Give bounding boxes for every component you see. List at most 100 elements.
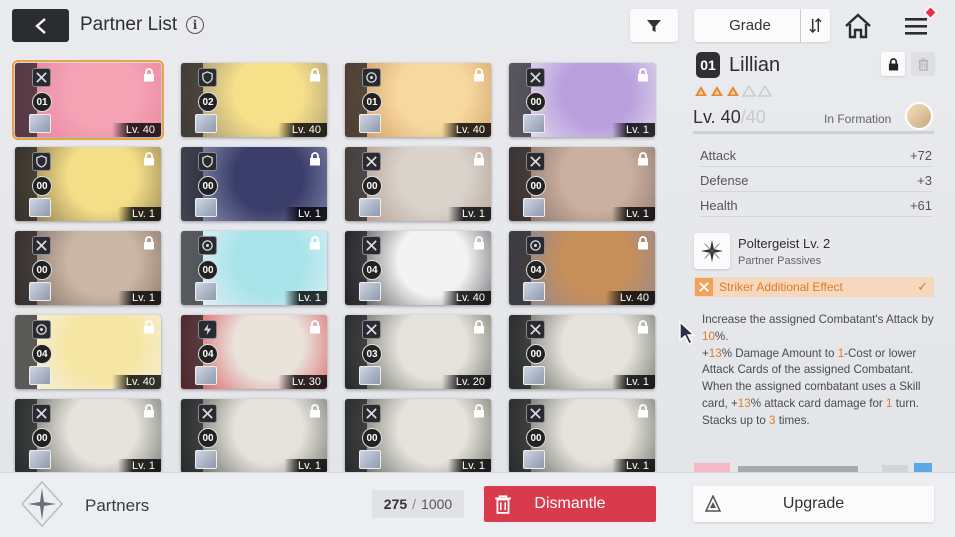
delete-button[interactable] xyxy=(911,52,935,76)
partner-card[interactable]: 00 Lv. 1 xyxy=(509,147,655,221)
lock-icon xyxy=(638,236,648,250)
partner-card[interactable]: 00 Lv. 1 xyxy=(509,63,655,137)
filter-button[interactable] xyxy=(630,9,678,42)
support-class-icon xyxy=(198,236,217,255)
card-level: Lv. 1 xyxy=(283,207,327,221)
mini-avatar xyxy=(195,114,217,133)
striker-class-icon xyxy=(526,68,545,87)
striker-effect-bar[interactable]: Striker Additional Effect ✓ xyxy=(694,277,934,297)
home-icon[interactable] xyxy=(843,11,873,41)
card-rank: 04 xyxy=(198,344,218,364)
lock-icon xyxy=(474,68,484,82)
partner-card[interactable]: 04 Lv. 40 xyxy=(15,315,161,389)
partner-card[interactable]: 04 Lv. 40 xyxy=(345,231,491,305)
card-rank: 00 xyxy=(32,260,52,280)
card-level: Lv. 1 xyxy=(611,207,655,221)
partner-card[interactable]: 04 Lv. 40 xyxy=(509,231,655,305)
partner-card[interactable]: 00 Lv. 1 xyxy=(509,315,655,389)
card-level: Lv. 1 xyxy=(611,123,655,137)
lock-icon xyxy=(474,236,484,250)
mini-avatar xyxy=(523,450,545,469)
trash-icon xyxy=(495,495,511,514)
partner-card[interactable]: 00 Lv. 1 xyxy=(15,147,161,221)
passive-icon[interactable] xyxy=(694,233,730,269)
card-rank: 03 xyxy=(362,344,382,364)
card-rank: 00 xyxy=(198,428,218,448)
card-rank: 00 xyxy=(362,176,382,196)
partner-card[interactable]: 03 Lv. 20 xyxy=(345,315,491,389)
partner-card[interactable]: 00 Lv. 1 xyxy=(509,399,655,472)
partner-card[interactable]: 01 Lv. 40 xyxy=(12,60,164,140)
card-level: Lv. 1 xyxy=(117,207,161,221)
partner-card[interactable]: 00 Lv. 1 xyxy=(15,399,161,472)
stat-name: Attack xyxy=(700,148,737,163)
info-icon[interactable]: i xyxy=(186,16,204,34)
striker-class-icon xyxy=(32,236,51,255)
lock-icon xyxy=(310,320,320,334)
partner-count: 275/1000 xyxy=(372,490,464,518)
stat-row-health: Health +61 xyxy=(700,195,932,217)
mini-avatar xyxy=(359,114,381,133)
striker-class-icon xyxy=(362,320,381,339)
card-level: Lv. 40 xyxy=(441,123,491,137)
mini-avatar xyxy=(195,450,217,469)
partner-card[interactable]: 04 Lv. 30 xyxy=(181,315,327,389)
passive-name: Poltergeist Lv. 2 xyxy=(738,236,831,251)
formation-avatar[interactable] xyxy=(905,102,933,130)
defender-class-icon xyxy=(198,68,217,87)
stat-row-defense: Defense +3 xyxy=(700,170,932,192)
card-level: Lv. 1 xyxy=(447,207,491,221)
striker-class-icon xyxy=(32,404,51,423)
card-rank: 04 xyxy=(526,260,546,280)
partner-card[interactable]: 00 Lv. 1 xyxy=(181,399,327,472)
lock-icon xyxy=(144,320,154,334)
lock-icon xyxy=(474,404,484,418)
defender-class-icon xyxy=(198,152,217,171)
support-class-icon xyxy=(32,320,51,339)
partner-card[interactable]: 00 Lv. 1 xyxy=(345,147,491,221)
card-level: Lv. 1 xyxy=(447,459,491,472)
partner-card[interactable]: 00 Lv. 1 xyxy=(181,147,327,221)
lock-button[interactable] xyxy=(881,52,905,76)
card-level: Lv. 40 xyxy=(605,291,655,305)
star-filled-icon xyxy=(695,86,707,96)
card-rank: 01 xyxy=(362,92,382,112)
sort-label: Grade xyxy=(729,17,771,34)
upgrade-icon xyxy=(705,495,721,512)
card-rank: 00 xyxy=(362,428,382,448)
partner-card[interactable]: 02 Lv. 40 xyxy=(181,63,327,137)
lock-icon xyxy=(638,152,648,166)
back-button[interactable] xyxy=(12,9,69,42)
dismantle-button[interactable]: Dismantle xyxy=(484,486,656,522)
partners-emblem-icon xyxy=(20,480,64,528)
next-passive-peek xyxy=(694,460,934,472)
dismantle-label: Dismantle xyxy=(534,495,606,512)
support-class-icon xyxy=(362,68,381,87)
level-max: 40 xyxy=(745,107,766,127)
star-empty-icon xyxy=(758,85,772,97)
sort-order-icon[interactable] xyxy=(800,9,830,42)
partner-card[interactable]: 00 Lv. 1 xyxy=(345,399,491,472)
upgrade-button[interactable]: Upgrade xyxy=(693,486,934,522)
mini-avatar xyxy=(523,282,545,301)
lock-icon xyxy=(310,404,320,418)
card-rank: 00 xyxy=(32,428,52,448)
card-rank: 01 xyxy=(32,92,52,112)
card-level: Lv. 1 xyxy=(611,459,655,472)
stat-row-attack: Attack +72 xyxy=(700,145,932,167)
partner-level: Lv. 40/40 xyxy=(693,107,766,128)
card-rank: 04 xyxy=(32,344,52,364)
mini-avatar xyxy=(29,450,51,469)
partner-card[interactable]: 00 Lv. 1 xyxy=(15,231,161,305)
level-current: Lv. 40 xyxy=(693,107,741,127)
striker-class-icon xyxy=(362,404,381,423)
star-empty-icon xyxy=(742,85,756,97)
lock-icon xyxy=(474,320,484,334)
upgrade-label: Upgrade xyxy=(782,495,845,512)
striker-class-icon xyxy=(526,152,545,171)
sort-dropdown[interactable]: Grade xyxy=(694,9,830,42)
mini-avatar xyxy=(29,282,51,301)
partner-card[interactable]: 01 Lv. 40 xyxy=(345,63,491,137)
partner-card[interactable]: 00 Lv. 1 xyxy=(181,231,327,305)
striker-effect-label: Striker Additional Effect xyxy=(719,280,843,294)
